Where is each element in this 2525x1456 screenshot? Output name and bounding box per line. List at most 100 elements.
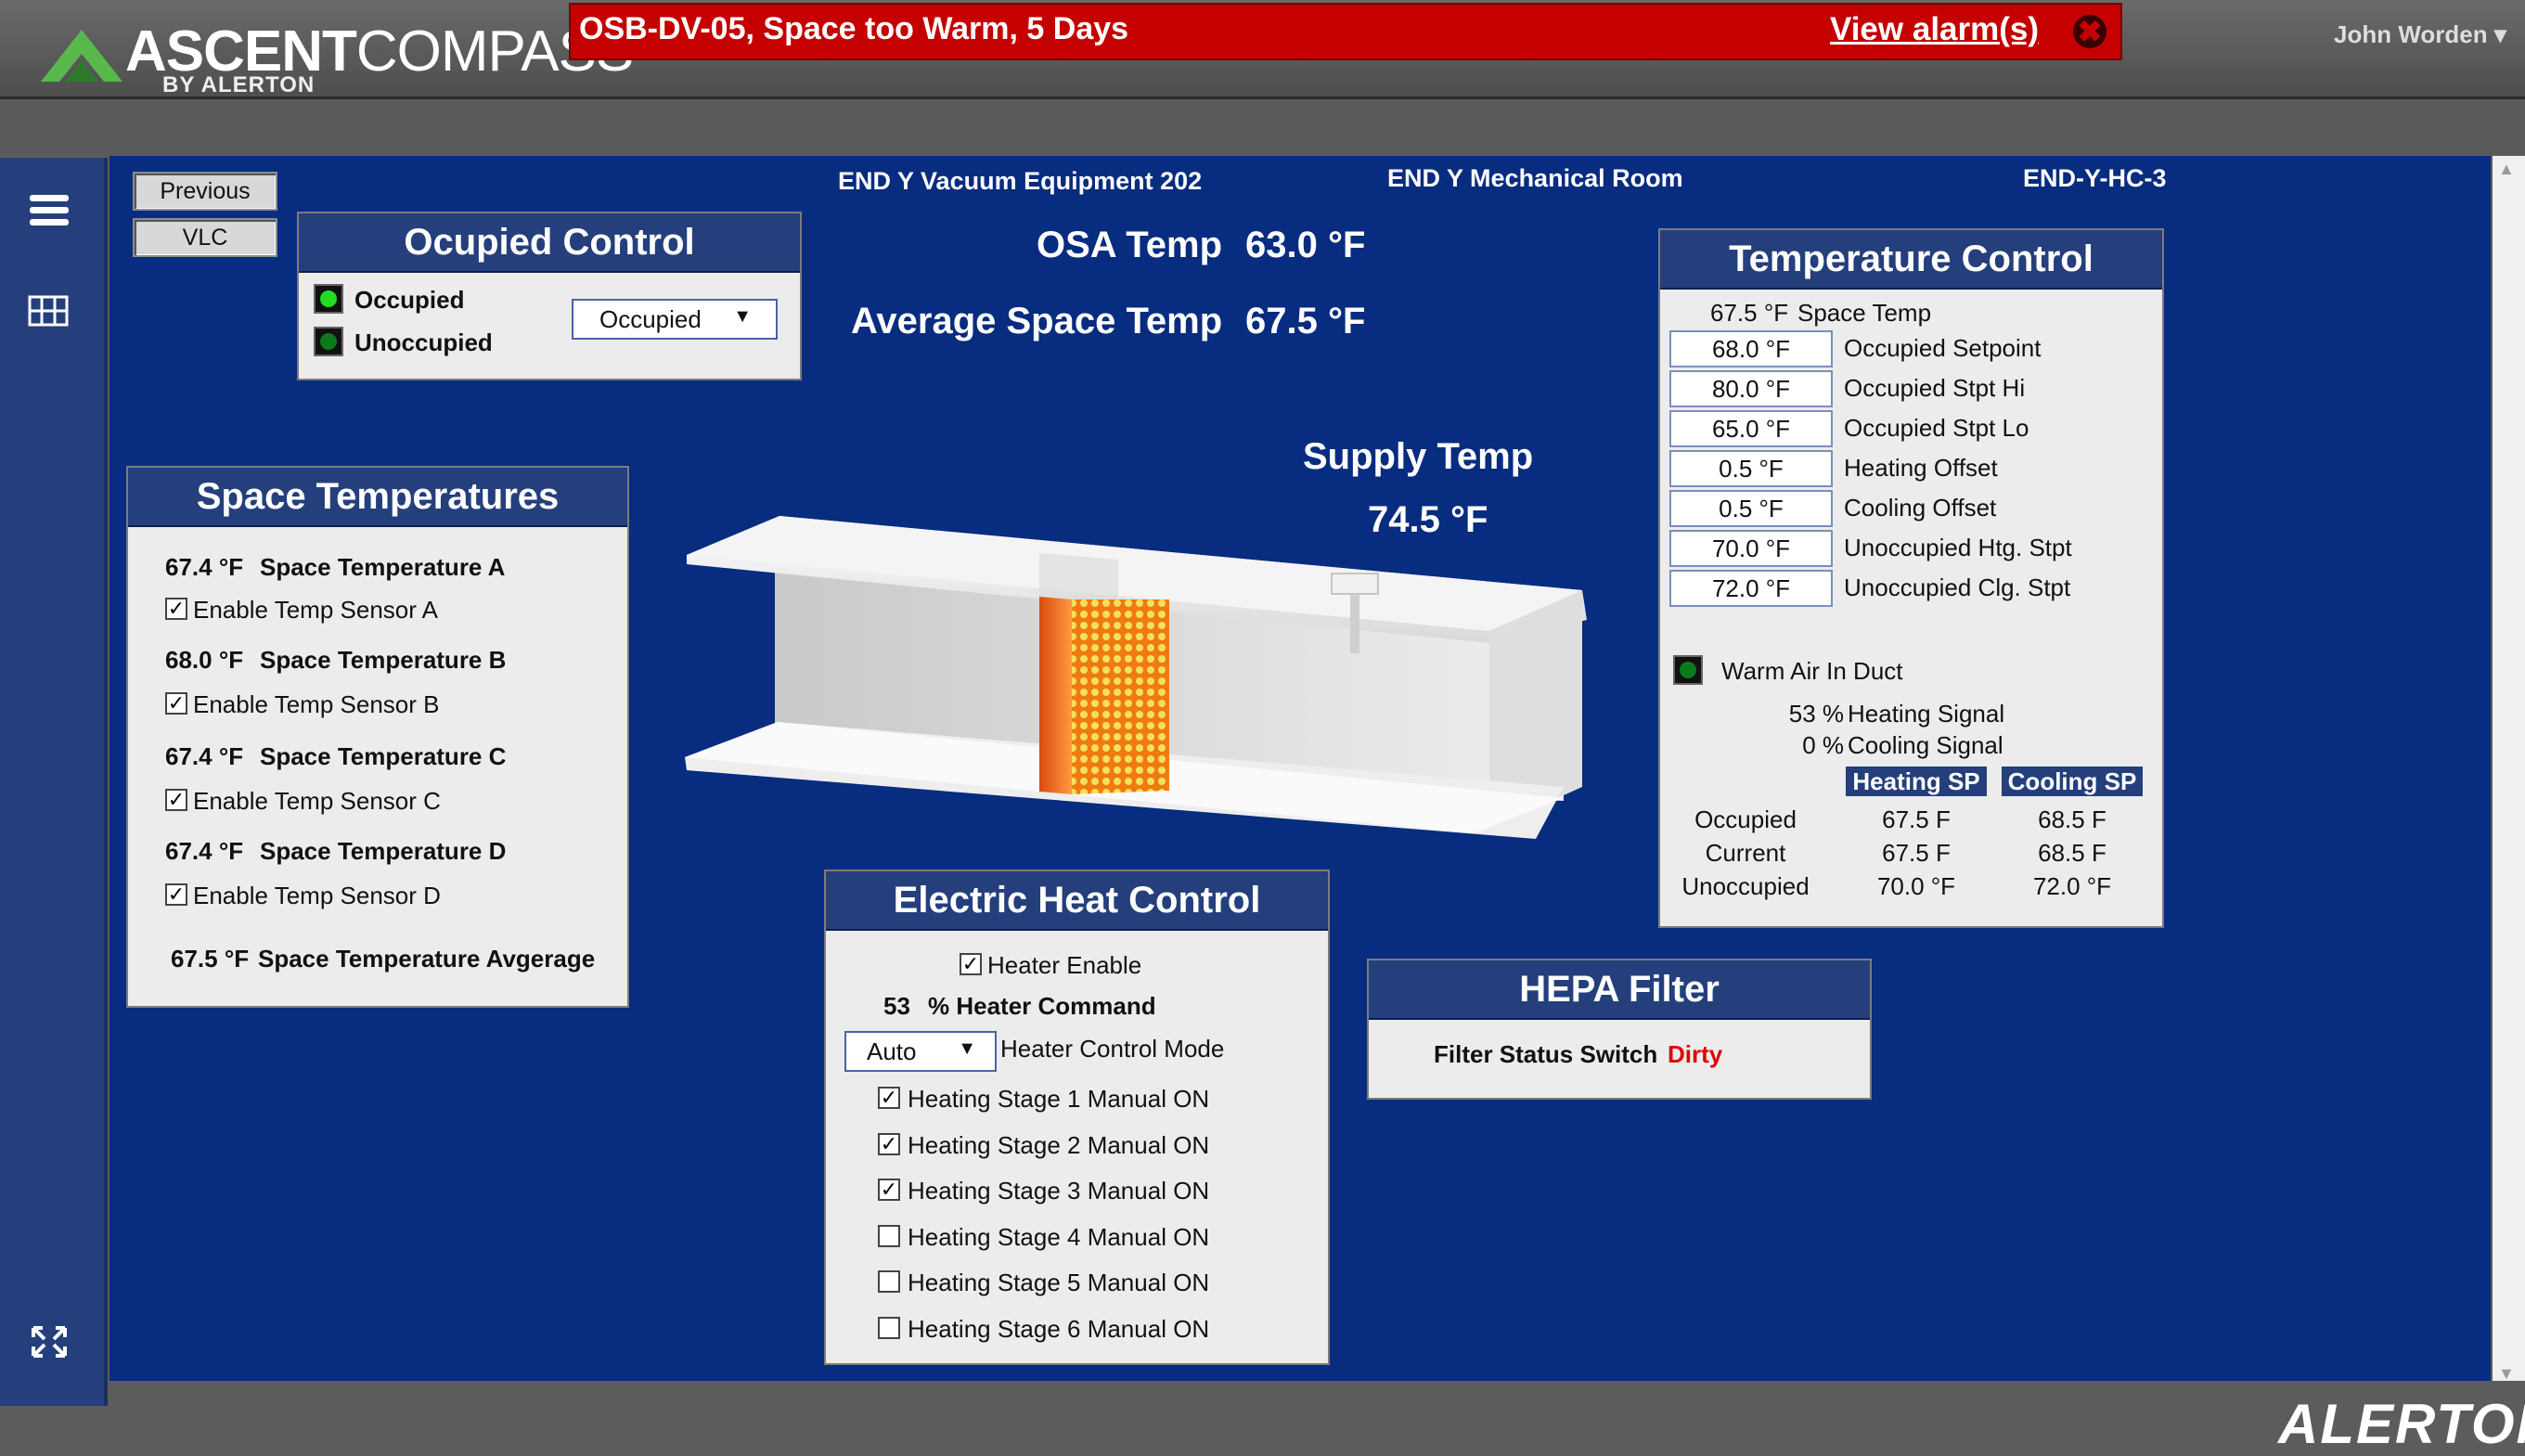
cooling-signal-label: Cooling Signal (1848, 731, 2003, 759)
heating-sp-value: 67.5 F (1882, 839, 1951, 867)
heater-mode-select[interactable]: Auto ▼ (844, 1031, 997, 1072)
osa-temp-value: 63.0 °F (1245, 225, 1366, 265)
close-icon[interactable]: ✖ (2073, 15, 2106, 48)
space-temp-a-value: 67.4 °F (165, 553, 244, 581)
cooling-sp-value: 72.0 °F (2032, 872, 2112, 900)
enable-sensor-c-checkbox[interactable]: ✓ (165, 789, 187, 811)
warm-air-label: Warm Air In Duct (1721, 657, 1903, 685)
space-temp-average-label: Space Temperature Avgerage (258, 945, 596, 973)
heater-command-label: % Heater Command (928, 992, 1156, 1020)
heating-stage-label: Heating Stage 3 Manual ON (908, 1177, 1210, 1205)
panel-title: HEPA Filter (1369, 960, 1870, 1020)
setpoint-input[interactable]: 80.0 °F (1669, 370, 1833, 407)
setpoint-label: Unoccupied Clg. Stpt (1844, 573, 2071, 601)
panel-title: Temperature Control (1660, 230, 2162, 290)
heating-stage-label: Heating Stage 4 Manual ON (908, 1222, 1210, 1251)
heating-stage-label: Heating Stage 5 Manual ON (908, 1269, 1210, 1296)
scroll-up-icon[interactable]: ▲ (2498, 160, 2515, 179)
enable-sensor-a-label: Enable Temp Sensor A (193, 596, 439, 624)
heating-stage-checkbox[interactable]: ✓ (878, 1087, 900, 1109)
heating-stage-checkbox[interactable]: ✓ (878, 1179, 900, 1201)
scroll-down-icon[interactable]: ▼ (2498, 1364, 2515, 1384)
alerton-footer-logo: ALERTON (2278, 1393, 2525, 1455)
duct-heater-graphic (685, 516, 1587, 839)
heating-stage-label: Heating Stage 6 Manual ON (908, 1314, 1210, 1343)
heater-command-value: 53 (883, 992, 910, 1020)
side-nav (0, 158, 108, 1406)
space-temp-d-value: 67.4 °F (165, 837, 244, 865)
heating-signal-value: 53 % (1788, 700, 1844, 728)
occupied-control-panel: Ocupied Control Occupied Unoccupied Occu… (297, 212, 802, 380)
view-alarms-link[interactable]: View alarm(s) (1830, 11, 2039, 48)
heating-sp-value: 70.0 °F (1876, 872, 1956, 900)
enable-sensor-c-label: Enable Temp Sensor C (193, 787, 441, 815)
setpoint-input[interactable]: 72.0 °F (1669, 570, 1833, 607)
previous-button[interactable]: Previous (133, 172, 277, 211)
fullscreen-icon[interactable] (26, 1321, 72, 1363)
heater-mode-label: Heater Control Mode (1000, 1035, 1225, 1063)
vlc-button[interactable]: VLC (133, 218, 277, 257)
chevron-down-icon: ▼ (733, 306, 752, 327)
heating-stage-checkbox[interactable]: ✓ (878, 1132, 900, 1155)
enable-sensor-d-label: Enable Temp Sensor D (193, 882, 441, 909)
room-name: END Y Mechanical Room (1387, 164, 1683, 192)
heating-sp-value: 67.5 F (1882, 805, 1951, 833)
hamburger-menu-icon[interactable] (26, 189, 72, 232)
vertical-scrollbar[interactable] (2493, 156, 2525, 1381)
space-temp-average-value: 67.5 °F (171, 945, 250, 973)
hepa-filter-panel: HEPA Filter Filter Status Switch Dirty (1367, 959, 1872, 1100)
space-temp-d-label: Space Temperature D (260, 837, 507, 865)
setpoint-input[interactable]: 0.5 °F (1669, 450, 1833, 487)
temperature-control-panel: Temperature Control 67.5 °F Space Temp 6… (1658, 228, 2164, 928)
enable-sensor-b-checkbox[interactable]: ✓ (165, 692, 187, 715)
unoccupied-indicator-icon (314, 327, 343, 356)
setpoint-label: Occupied Setpoint (1844, 334, 2042, 362)
ascent-compass-logo: ASCENTCOMPASS BY ALERTON (37, 13, 634, 97)
setpoint-input[interactable]: 68.0 °F (1669, 330, 1833, 367)
enable-sensor-b-label: Enable Temp Sensor B (193, 690, 440, 718)
enable-sensor-a-checkbox[interactable]: ✓ (165, 598, 187, 620)
setpoint-label: Occupied Stpt Hi (1844, 374, 2026, 402)
setpoint-input[interactable]: 65.0 °F (1669, 410, 1833, 447)
warm-air-indicator-icon (1673, 655, 1703, 685)
setpoint-label: Occupied Stpt Lo (1844, 414, 2029, 442)
logo-subtext: BY ALERTON (162, 72, 316, 97)
heating-stage-label: Heating Stage 2 Manual ON (908, 1130, 1210, 1159)
occupied-label: Occupied (354, 286, 465, 314)
heating-stage-checkbox[interactable] (878, 1316, 900, 1339)
space-temperatures-panel: Space Temperatures 67.4 °F Space Tempera… (126, 466, 629, 1008)
space-temp-value: 67.5 °F (1710, 299, 1789, 327)
heating-stage-checkbox[interactable] (878, 1270, 900, 1293)
panel-title: Ocupied Control (299, 213, 800, 273)
cooling-sp-value: 68.5 F (2038, 839, 2106, 867)
space-temp-a-label: Space Temperature A (260, 553, 506, 581)
occupied-indicator-icon (314, 284, 343, 314)
user-menu[interactable]: John Worden ▾ (2334, 20, 2506, 49)
setpoint-label: Unoccupied Htg. Stpt (1844, 534, 2072, 561)
heater-enable-label: Heater Enable (987, 951, 1142, 979)
space-temp-b-label: Space Temperature B (260, 646, 507, 674)
heating-stage-checkbox[interactable] (878, 1224, 900, 1247)
heating-stage-label: Heating Stage 1 Manual ON (908, 1085, 1210, 1113)
space-temp-label: Space Temp (1797, 299, 1932, 327)
setpoint-input[interactable]: 0.5 °F (1669, 490, 1833, 527)
space-temp-c-label: Space Temperature C (260, 742, 507, 770)
space-temp-c-value: 67.4 °F (165, 742, 244, 770)
logo-mountain-icon (41, 30, 122, 82)
average-space-temp-value: 67.5 °F (1245, 301, 1366, 341)
setpoint-row-label: Unoccupied (1681, 872, 1810, 900)
grid-view-icon[interactable] (26, 293, 72, 336)
heater-enable-checkbox[interactable]: ✓ (960, 953, 982, 975)
setpoint-input[interactable]: 70.0 °F (1669, 530, 1833, 567)
occupancy-mode-value: Occupied (599, 305, 702, 333)
occupancy-mode-select[interactable]: Occupied ▼ (572, 299, 778, 340)
enable-sensor-d-checkbox[interactable]: ✓ (165, 883, 187, 906)
osa-temp-label: OSA Temp (1037, 225, 1223, 265)
space-temp-b-value: 68.0 °F (165, 646, 244, 674)
setpoint-label: Heating Offset (1844, 454, 1998, 482)
average-space-temp-label: Average Space Temp (851, 301, 1223, 341)
electric-heat-control-panel: Electric Heat Control ✓ Heater Enable 53… (824, 870, 1330, 1365)
panel-title: Electric Heat Control (826, 871, 1328, 931)
alarm-message: OSB-DV-05, Space too Warm, 5 Days (579, 11, 1129, 46)
filter-status-label: Filter Status Switch (1434, 1040, 1658, 1068)
